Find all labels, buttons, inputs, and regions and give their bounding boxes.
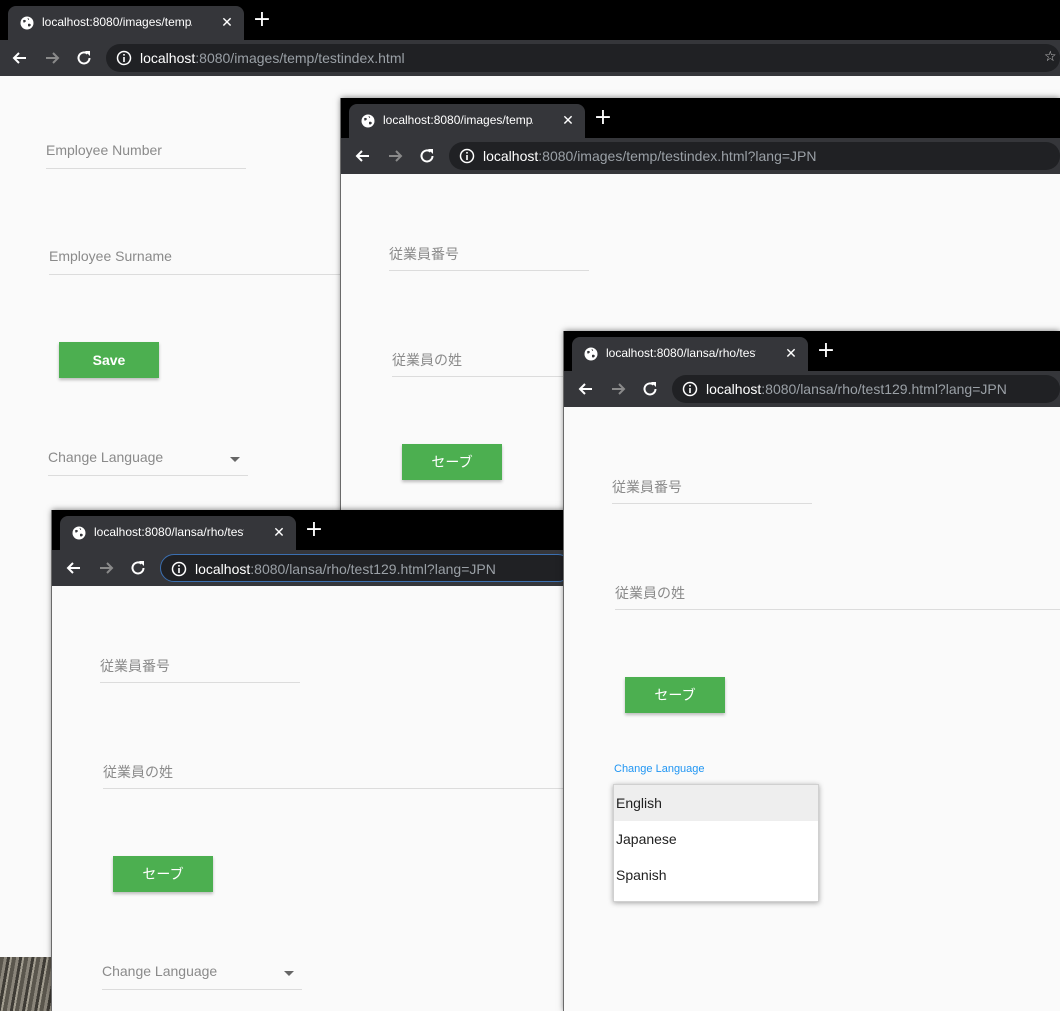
forward-arrow-icon[interactable] xyxy=(96,558,116,578)
url-text: localhost:8080/images/temp/testindex.htm… xyxy=(140,50,405,66)
employee-surname-label: Employee Surname xyxy=(49,248,172,264)
change-language-label: Change Language xyxy=(614,763,705,775)
address-bar[interactable]: localhost:8080/lansa/rho/test129.html?la… xyxy=(672,375,1060,403)
info-icon[interactable] xyxy=(116,50,132,66)
browser-toolbar: localhost:8080/images/temp/testindex.htm… xyxy=(0,40,1060,76)
save-button[interactable]: セーブ xyxy=(402,444,502,480)
close-icon[interactable]: ✕ xyxy=(218,13,236,31)
globe-icon xyxy=(584,347,598,361)
forward-arrow-icon[interactable] xyxy=(608,379,628,399)
save-button[interactable]: Save xyxy=(59,342,159,378)
forward-arrow-icon[interactable] xyxy=(385,146,405,166)
background-photo xyxy=(0,957,52,1011)
tab-title: localhost:8080/lansa/rho/test129.html?la… xyxy=(94,525,244,539)
employee-number-label: Employee Number xyxy=(46,142,162,158)
employee-surname-label: 従業員の姓 xyxy=(103,764,173,780)
employee-number-label: 従業員番号 xyxy=(612,479,682,495)
browser-toolbar: localhost:8080/images/temp/testindex.htm… xyxy=(341,138,1060,174)
globe-icon xyxy=(361,114,375,128)
plus-icon[interactable]: + xyxy=(814,339,838,363)
info-icon[interactable] xyxy=(682,381,698,397)
tab-title: localhost:8080/lansa/rho/test129.html?la… xyxy=(606,346,756,360)
change-language-select[interactable]: Change Language xyxy=(48,443,248,476)
globe-icon xyxy=(72,526,86,540)
tab-strip: localhost:8080/images/temp/testindex.htm… xyxy=(0,0,1060,40)
reload-icon[interactable] xyxy=(74,48,94,68)
tab-strip: localhost:8080/lansa/rho/test129.html?la… xyxy=(564,331,1060,371)
close-icon[interactable]: ✕ xyxy=(782,344,800,362)
url-text: localhost:8080/lansa/rho/test129.html?la… xyxy=(195,561,496,577)
url-text: localhost:8080/lansa/rho/test129.html?la… xyxy=(706,381,1007,397)
browser-toolbar: localhost:8080/lansa/rho/test129.html?la… xyxy=(564,371,1060,407)
employee-surname-field[interactable]: Employee Surname xyxy=(49,242,349,275)
address-bar[interactable]: localhost:8080/images/temp/testindex.htm… xyxy=(106,44,1060,72)
globe-icon xyxy=(20,16,34,30)
employee-number-label: 従業員番号 xyxy=(100,658,170,674)
close-icon[interactable]: ✕ xyxy=(270,523,288,541)
change-language-label: Change Language xyxy=(102,963,218,979)
browser-window-japanese-3: localhost:8080/lansa/rho/test129.html?la… xyxy=(564,331,1060,1011)
chevron-down-icon xyxy=(284,971,294,976)
tab-title: localhost:8080/images/temp/testindex.htm… xyxy=(42,15,192,29)
language-option-japanese[interactable]: Japanese xyxy=(614,821,818,857)
browser-window-japanese-2: localhost:8080/lansa/rho/test129.html?la… xyxy=(52,510,572,1011)
language-option-english[interactable]: English xyxy=(614,785,818,821)
save-button[interactable]: セーブ xyxy=(113,856,213,892)
browser-tab[interactable]: localhost:8080/images/temp/testindex.htm… xyxy=(8,6,244,40)
employee-number-field[interactable]: Employee Number xyxy=(46,136,246,169)
tab-strip: localhost:8080/lansa/rho/test129.html?la… xyxy=(52,510,572,550)
info-icon[interactable] xyxy=(459,148,475,164)
reload-icon[interactable] xyxy=(640,379,660,399)
save-button[interactable]: セーブ xyxy=(625,677,725,713)
browser-tab[interactable]: localhost:8080/images/temp/testindex.htm… xyxy=(349,104,585,138)
employee-number-field[interactable]: 従業員番号 xyxy=(612,471,812,504)
dropdown-padding xyxy=(614,893,818,901)
tab-strip: localhost:8080/images/temp/testindex.htm… xyxy=(341,98,1060,138)
close-icon[interactable]: ✕ xyxy=(559,111,577,129)
plus-icon[interactable]: + xyxy=(250,8,274,32)
reload-icon[interactable] xyxy=(128,558,148,578)
plus-icon[interactable]: + xyxy=(302,518,326,542)
employee-number-field[interactable]: 従業員番号 xyxy=(389,238,589,271)
employee-number-field[interactable]: 従業員番号 xyxy=(100,650,300,683)
employee-surname-label: 従業員の姓 xyxy=(392,352,462,368)
forward-arrow-icon[interactable] xyxy=(42,48,62,68)
page-content: 従業員番号 従業員の姓 セーブ Change Language xyxy=(52,590,572,1011)
page-content: 従業員番号 従業員の姓 セーブ Change Language English … xyxy=(564,411,1060,1011)
employee-surname-label: 従業員の姓 xyxy=(615,585,685,601)
plus-icon[interactable]: + xyxy=(591,106,615,130)
employee-number-label: 従業員番号 xyxy=(389,246,459,262)
info-icon[interactable] xyxy=(171,561,187,577)
back-arrow-icon[interactable] xyxy=(576,379,596,399)
change-language-label: Change Language xyxy=(48,449,164,465)
back-arrow-icon[interactable] xyxy=(353,146,373,166)
reload-icon[interactable] xyxy=(417,146,437,166)
employee-surname-field[interactable]: 従業員の姓 xyxy=(615,577,1060,610)
address-bar[interactable]: localhost:8080/images/temp/testindex.htm… xyxy=(449,142,1060,170)
star-icon[interactable]: ☆ xyxy=(1044,50,1058,64)
chevron-down-icon xyxy=(230,457,240,462)
url-text: localhost:8080/images/temp/testindex.htm… xyxy=(483,148,817,164)
back-arrow-icon[interactable] xyxy=(10,48,30,68)
back-arrow-icon[interactable] xyxy=(64,558,84,578)
browser-toolbar: localhost:8080/lansa/rho/test129.html?la… xyxy=(52,550,572,586)
browser-tab[interactable]: localhost:8080/lansa/rho/test129.html?la… xyxy=(60,516,296,550)
employee-surname-field[interactable]: 従業員の姓 xyxy=(103,756,572,789)
browser-tab[interactable]: localhost:8080/lansa/rho/test129.html?la… xyxy=(572,337,808,371)
address-bar[interactable]: localhost:8080/lansa/rho/test129.html?la… xyxy=(160,554,572,582)
language-dropdown[interactable]: English Japanese Spanish xyxy=(613,784,819,902)
language-option-spanish[interactable]: Spanish xyxy=(614,857,818,893)
tab-title: localhost:8080/images/temp/testindex.htm… xyxy=(383,113,533,127)
change-language-select[interactable]: Change Language xyxy=(102,957,302,990)
